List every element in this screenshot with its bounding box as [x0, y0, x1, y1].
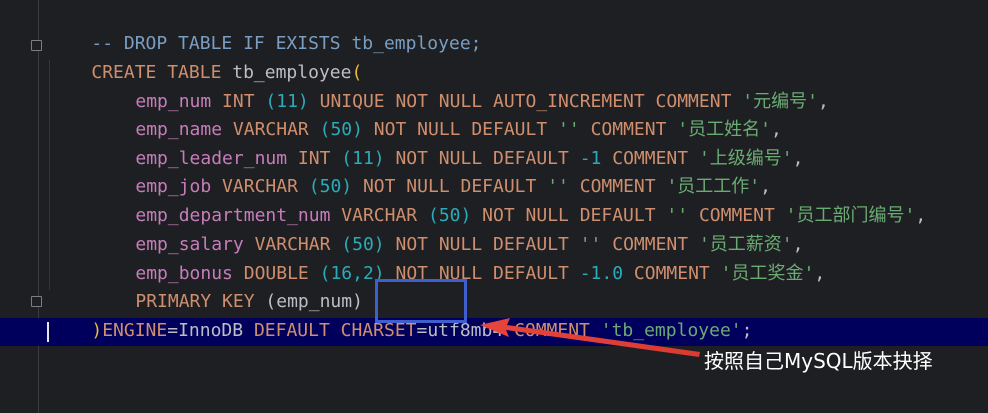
engine-value: =InnoDB — [167, 320, 254, 341]
code-line-10: PRIMARY KEY (emp_num) — [48, 260, 363, 312]
code-line-5: emp_leader_num INT (11) NOT NULL DEFAULT… — [48, 117, 803, 169]
close-paren: ) — [91, 320, 103, 341]
comment-keyword: COMMENT — [623, 263, 721, 284]
annotation-label: 按照自己MySQL版本抉择 — [704, 349, 933, 373]
code-line-6: emp_job VARCHAR (50) NOT NULL DEFAULT ''… — [48, 145, 771, 197]
line-end: , — [817, 91, 829, 112]
charset-value: =utf8mb4 — [416, 320, 504, 341]
charset-highlight-box — [375, 279, 467, 323]
code-line-3: emp_num INT (11) UNIQUE NOT NULL AUTO_IN… — [48, 60, 828, 112]
statement-end: ; — [741, 320, 753, 341]
column-comment: '员工部门编号' — [785, 205, 916, 226]
engine-keyword: ENGINE — [102, 320, 168, 341]
fold-open-icon[interactable] — [31, 40, 42, 51]
sql-code-editor[interactable]: -- DROP TABLE IF EXISTS tb_employee; CRE… — [0, 0, 988, 413]
line-end: , — [792, 148, 804, 169]
column-comment: '员工奖金' — [720, 263, 815, 284]
fold-close-icon[interactable] — [31, 296, 42, 307]
code-line-7: emp_department_num VARCHAR (50) NOT NULL… — [48, 174, 926, 226]
default-charset-keyword: DEFAULT CHARSET — [253, 320, 417, 341]
comment-keyword: COMMENT — [503, 320, 601, 341]
code-line-2: CREATE TABLE tb_employee( — [48, 31, 362, 83]
code-line-8: emp_salary VARCHAR (50) NOT NULL DEFAULT… — [48, 203, 803, 255]
code-line-1: -- DROP TABLE IF EXISTS tb_employee; — [48, 2, 481, 54]
code-line-9: emp_bonus DOUBLE (16,2) NOT NULL DEFAULT… — [48, 232, 825, 284]
table-comment: 'tb_employee' — [600, 320, 742, 341]
column-default: -1.0 — [579, 263, 624, 284]
code-line-4: emp_name VARCHAR (50) NOT NULL DEFAULT '… — [48, 88, 781, 140]
line-end: , — [915, 205, 927, 226]
line-end: , — [814, 263, 826, 284]
gutter-divider — [38, 0, 39, 413]
